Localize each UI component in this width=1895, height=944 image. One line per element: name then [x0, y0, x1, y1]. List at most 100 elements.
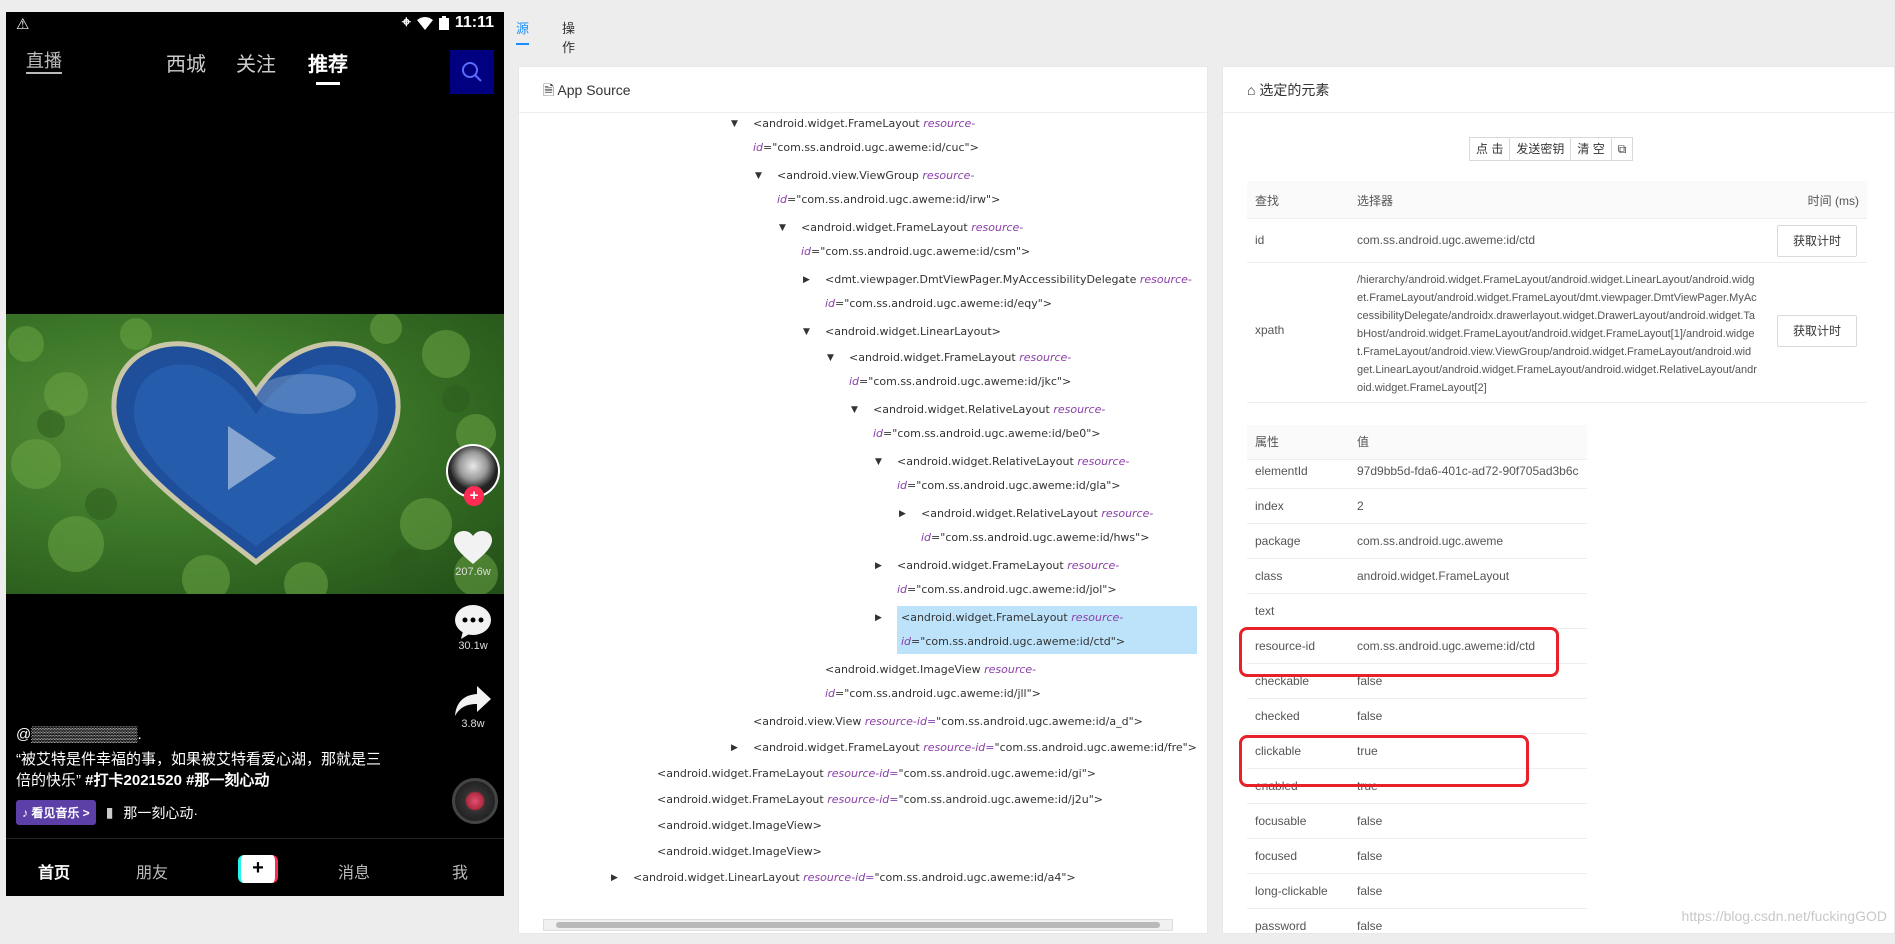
- heart-icon: [453, 530, 493, 566]
- attribute-key: elementId: [1255, 454, 1308, 489]
- expand-caret-icon[interactable]: ▶: [803, 275, 810, 285]
- expand-caret-icon[interactable]: ▶: [899, 509, 906, 519]
- annotation-resource-id: [1239, 627, 1559, 677]
- horizontal-scrollbar[interactable]: [543, 919, 1173, 931]
- battery-icon: [439, 16, 449, 30]
- app-source-panel: 🗎 App Source <android.widget.FrameLayout…: [518, 66, 1208, 934]
- attribute-value: false: [1357, 839, 1382, 874]
- tree-node[interactable]: <android.widget.ImageView>: [657, 814, 822, 838]
- tree-node[interactable]: <android.widget.FrameLayout resource-id=…: [657, 762, 1096, 786]
- tree-node-selected[interactable]: <android.widget.FrameLayout resource-id=…: [897, 606, 1197, 654]
- tag-icon: ⌂: [1247, 82, 1255, 98]
- share-icon: [453, 684, 493, 718]
- collapse-caret-icon[interactable]: ▼: [851, 405, 858, 415]
- selected-element-panel: ⌂ 选定的元素 点 击 发送密钥 清 空 ⧉ 查找 选择器 时间 (ms) id…: [1222, 66, 1895, 934]
- find-table-header: 查找 选择器 时间 (ms): [1247, 181, 1867, 219]
- tree-node[interactable]: <android.view.ViewGroup resource-id="com…: [777, 164, 1000, 212]
- comment-button[interactable]: 30.1w: [448, 604, 498, 652]
- collapse-caret-icon[interactable]: ▼: [875, 457, 882, 467]
- comment-count: 30.1w: [458, 640, 487, 652]
- play-icon[interactable]: [228, 426, 276, 490]
- hashtags[interactable]: #打卡2021520 #那一刻心动: [85, 772, 269, 789]
- send-keys-button[interactable]: 发送密钥: [1509, 137, 1571, 161]
- collapse-caret-icon[interactable]: ▼: [827, 353, 834, 363]
- attribute-key: class: [1255, 559, 1282, 594]
- attribute-row-long-clickable: long-clickablefalse: [1247, 874, 1587, 909]
- warning-icon: ⚠: [16, 15, 29, 33]
- tab-source[interactable]: 源: [516, 18, 529, 45]
- tree-node[interactable]: <android.widget.FrameLayout resource-id=…: [657, 788, 1103, 812]
- nav-messages[interactable]: 消息: [338, 859, 370, 883]
- attribute-key: long-clickable: [1255, 874, 1328, 909]
- nav-friends[interactable]: 朋友: [136, 859, 168, 883]
- attribute-row-package: packagecom.ss.android.ugc.aweme: [1247, 524, 1587, 559]
- copy-icon[interactable]: ⧉: [1611, 137, 1634, 161]
- app-source-title: 🗎 App Source: [519, 67, 1207, 113]
- location-icon: ⌖: [402, 14, 411, 32]
- expand-caret-icon[interactable]: ▶: [875, 613, 882, 623]
- attribute-row-text: text: [1247, 594, 1587, 629]
- tap-button[interactable]: 点 击: [1469, 137, 1510, 161]
- attribute-value: com.ss.android.ugc.aweme: [1357, 524, 1503, 559]
- caption-text: “被艾特是件幸福的事，如果被艾特看爱心湖，那就是三 倍的快乐” #打卡20215…: [16, 749, 416, 791]
- tab-recommend[interactable]: 推荐: [308, 48, 348, 77]
- top-nav: 直播 西城 关注 推荐: [6, 38, 504, 94]
- tree-node[interactable]: <android.widget.FrameLayout resource-id=…: [849, 346, 1071, 394]
- attribute-value: false: [1357, 699, 1382, 734]
- music-bars-icon: ▮: [106, 804, 114, 821]
- share-button[interactable]: 3.8w: [448, 684, 498, 730]
- tab-actions[interactable]: 操作: [562, 18, 575, 56]
- tab-following[interactable]: 关注: [236, 48, 276, 77]
- collapse-caret-icon[interactable]: ▼: [779, 223, 786, 233]
- music-disc[interactable]: [452, 778, 498, 824]
- tree-node[interactable]: <android.view.View resource-id="com.ss.a…: [753, 710, 1143, 734]
- author-name[interactable]: @▒▒▒▒▒▒▒▒▒▒.: [16, 724, 416, 745]
- music-row[interactable]: ♪ 看见音乐 > ▮ 那一刻心动·: [16, 800, 198, 825]
- tree-node[interactable]: <android.widget.FrameLayout resource-id=…: [753, 114, 979, 160]
- attribute-value: android.widget.FrameLayout: [1357, 559, 1509, 594]
- attribute-row-focused: focusedfalse: [1247, 839, 1587, 874]
- attribute-value: 97d9bb5d-fda6-401c-ad72-90f705ad3b6c: [1357, 454, 1579, 489]
- tree-node[interactable]: <android.widget.RelativeLayout resource-…: [873, 398, 1105, 446]
- tree-node[interactable]: <android.widget.FrameLayout resource-id=…: [801, 216, 1030, 264]
- tree-node[interactable]: <android.widget.FrameLayout resource-id=…: [753, 736, 1197, 760]
- create-button[interactable]: +: [238, 855, 278, 883]
- like-button[interactable]: 207.6w: [448, 530, 498, 578]
- tree-node[interactable]: <android.widget.RelativeLayout resource-…: [921, 502, 1153, 550]
- comment-icon: [453, 604, 493, 640]
- tree-node[interactable]: <dmt.viewpager.DmtViewPager.MyAccessibil…: [825, 268, 1192, 316]
- tab-xicheng[interactable]: 西城: [166, 48, 206, 77]
- video-frame[interactable]: [6, 314, 504, 594]
- tree-node[interactable]: <android.widget.LinearLayout resource-id…: [633, 866, 1076, 890]
- collapse-caret-icon[interactable]: ▼: [803, 327, 810, 337]
- expand-caret-icon[interactable]: ▶: [611, 873, 618, 883]
- tree-node[interactable]: <android.widget.ImageView>: [657, 840, 822, 864]
- attribute-key: index: [1255, 489, 1284, 524]
- live-button[interactable]: 直播: [26, 50, 62, 74]
- attribute-row-password: passwordfalse: [1247, 909, 1587, 944]
- tree-node[interactable]: <android.widget.FrameLayout resource-id=…: [897, 554, 1119, 602]
- attribute-row-index: index2: [1247, 489, 1587, 524]
- expand-caret-icon[interactable]: ▶: [875, 561, 882, 571]
- attribute-key: focusable: [1255, 804, 1306, 839]
- search-icon: [461, 61, 483, 83]
- tree-node[interactable]: <android.widget.LinearLayout>: [825, 320, 1001, 344]
- nav-me[interactable]: 我: [452, 859, 468, 883]
- element-action-buttons: 点 击 发送密钥 清 空 ⧉: [1470, 137, 1633, 161]
- expand-caret-icon[interactable]: ▶: [731, 743, 738, 753]
- share-count: 3.8w: [461, 718, 484, 730]
- music-badge[interactable]: ♪ 看见音乐 >: [16, 800, 96, 825]
- collapse-caret-icon[interactable]: ▼: [755, 171, 762, 181]
- clear-button[interactable]: 清 空: [1570, 137, 1611, 161]
- get-timing-button-xpath[interactable]: 获取计时: [1777, 315, 1857, 347]
- follow-button[interactable]: +: [464, 486, 484, 506]
- collapse-caret-icon[interactable]: ▼: [731, 119, 738, 129]
- tree-node[interactable]: <android.widget.RelativeLayout resource-…: [897, 450, 1129, 498]
- status-bar: ⚠ ⌖ 11:11: [6, 12, 504, 36]
- attribute-row-checked: checkedfalse: [1247, 699, 1587, 734]
- tree-node[interactable]: <android.widget.ImageView resource-id="c…: [825, 658, 1041, 706]
- search-button[interactable]: [450, 50, 494, 94]
- get-timing-button-id[interactable]: 获取计时: [1777, 225, 1857, 257]
- video-caption: @▒▒▒▒▒▒▒▒▒▒. “被艾特是件幸福的事，如果被艾特看爱心湖，那就是三 倍…: [16, 724, 416, 791]
- nav-home[interactable]: 首页: [38, 859, 70, 883]
